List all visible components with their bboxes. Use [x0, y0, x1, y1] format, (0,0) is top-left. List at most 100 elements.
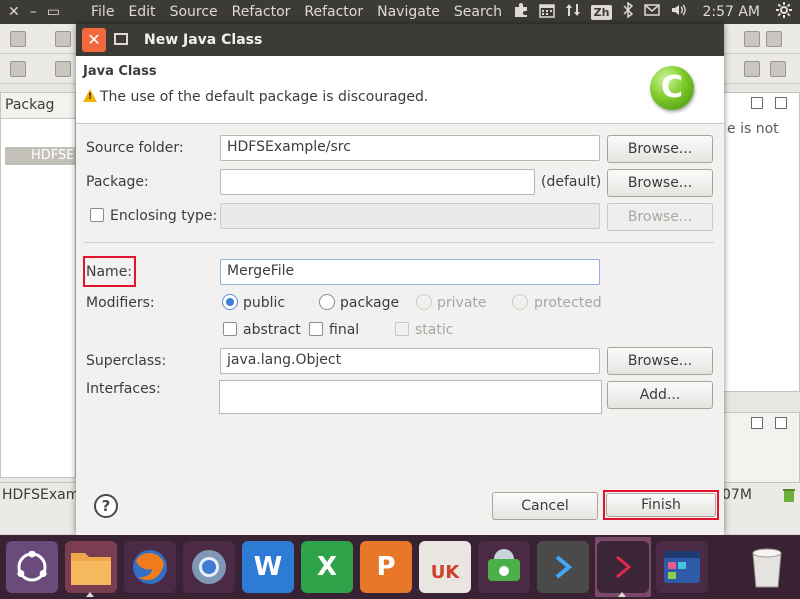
menu-edit[interactable]: Edit — [121, 0, 162, 24]
warning-icon: ! — [83, 89, 97, 102]
dialog-title: New Java Class — [144, 32, 263, 48]
package-explorer-tab[interactable]: Packag — [0, 92, 76, 118]
package-explorer-label: Packag — [5, 97, 55, 113]
source-folder-input[interactable]: HDFSExample/src — [220, 135, 600, 161]
java-class-logo-icon: C — [650, 66, 694, 110]
banner-message: The use of the default package is discou… — [100, 89, 429, 105]
menu-refactor[interactable]: Refactor — [225, 0, 298, 24]
modifier-public-radio[interactable] — [222, 294, 238, 310]
maximize-panel-button[interactable] — [775, 97, 787, 109]
add-interface-button[interactable]: Add... — [607, 381, 713, 409]
terminal-arrow-icon[interactable] — [597, 541, 649, 593]
bluetooth-icon[interactable] — [622, 1, 634, 22]
memory-indicator: 07M — [722, 487, 752, 503]
browse-enclosing-type-button: Browse... — [607, 203, 713, 231]
maximize-icon[interactable] — [114, 33, 128, 45]
menu-refactor-2[interactable]: Refactor — [297, 0, 370, 24]
volume-icon[interactable] — [670, 2, 687, 22]
abstract-label: abstract — [243, 322, 301, 338]
run-icon[interactable] — [10, 61, 26, 77]
ubuntu-dash-icon[interactable] — [6, 541, 58, 593]
network-transfer-icon[interactable] — [565, 2, 581, 22]
modifier-protected-label: protected — [534, 295, 602, 311]
ubuntu-software-icon[interactable]: UK — [419, 541, 471, 593]
firefox-icon[interactable] — [124, 541, 176, 593]
puzzle-icon[interactable] — [513, 2, 529, 22]
launcher-dock: W X P UK — [0, 535, 800, 599]
separator — [84, 242, 714, 243]
files-icon[interactable] — [65, 541, 117, 593]
libreoffice-writer-icon[interactable]: W — [242, 541, 294, 593]
calendar-icon[interactable] — [538, 2, 555, 22]
menu-file[interactable]: File — [84, 0, 121, 24]
package-input[interactable] — [220, 169, 535, 195]
finish-button[interactable]: Finish — [606, 493, 716, 517]
maximize-panel-button[interactable] — [775, 417, 787, 429]
close-icon[interactable]: ✕ — [8, 0, 20, 24]
trash-icon[interactable] — [782, 487, 796, 507]
gear-icon[interactable] — [776, 2, 792, 22]
minimize-panel-button[interactable] — [751, 97, 763, 109]
superclass-input[interactable]: java.lang.Object — [220, 348, 600, 374]
browse-source-folder-button[interactable]: Browse... — [607, 135, 713, 163]
help-icon[interactable]: ? — [94, 494, 118, 518]
banner-title: Java Class — [83, 64, 157, 79]
minimize-icon[interactable]: – — [30, 0, 37, 24]
workspace-switcher-icon[interactable] — [656, 541, 708, 593]
system-tray: Zh 2:57 AM — [513, 0, 800, 24]
update-manager-icon[interactable] — [478, 541, 530, 593]
dialog-banner: Java Class ! The use of the default pack… — [76, 56, 724, 124]
new-java-class-dialog: ✕ New Java Class Java Class ! The use of… — [76, 24, 724, 535]
interfaces-list[interactable] — [219, 380, 602, 414]
outline-message: e is not — [727, 121, 779, 137]
new-wizard-icon[interactable] — [10, 31, 26, 47]
libreoffice-impress-icon[interactable]: P — [360, 541, 412, 593]
modifier-package-radio[interactable] — [319, 294, 335, 310]
modifier-private-label: private — [437, 295, 487, 311]
perspective-icon[interactable] — [744, 61, 760, 77]
name-label: Name: — [86, 264, 133, 280]
close-icon[interactable]: ✕ — [82, 28, 106, 52]
minimize-panel-button[interactable] — [751, 417, 763, 429]
modifier-package-label: package — [340, 295, 400, 311]
running-indicator — [86, 592, 94, 597]
running-indicator — [618, 592, 626, 597]
input-method-indicator[interactable]: Zh — [590, 4, 613, 20]
menu-search[interactable]: Search — [447, 0, 509, 24]
interfaces-label: Interfaces: — [86, 381, 161, 397]
modifier-private-radio — [416, 294, 432, 310]
mail-icon[interactable] — [644, 3, 661, 21]
enclosing-type-input — [220, 203, 600, 229]
static-label: static — [415, 322, 454, 338]
tree-node-project[interactable]: HDFSE — [5, 147, 77, 165]
enclosing-type-label: Enclosing type: — [110, 208, 218, 224]
debug-icon[interactable] — [55, 61, 71, 77]
cancel-button[interactable]: Cancel — [492, 492, 598, 520]
source-folder-label: Source folder: — [86, 140, 184, 156]
abstract-checkbox[interactable] — [223, 322, 237, 336]
trash-icon[interactable] — [741, 541, 793, 593]
class-name-input[interactable]: MergeFile — [220, 259, 600, 285]
menu-navigate[interactable]: Navigate — [370, 0, 447, 24]
final-checkbox[interactable] — [309, 322, 323, 336]
code-editor-icon[interactable] — [537, 541, 589, 593]
chromium-icon[interactable] — [183, 541, 235, 593]
save-icon[interactable] — [55, 31, 71, 47]
libreoffice-calc-icon[interactable]: X — [301, 541, 353, 593]
dialog-titlebar: ✕ New Java Class — [76, 24, 724, 56]
java-icon[interactable] — [770, 61, 786, 77]
clock[interactable]: 2:57 AM — [702, 4, 760, 20]
browse-superclass-button[interactable]: Browse... — [607, 347, 713, 375]
menu-source[interactable]: Source — [163, 0, 225, 24]
maximize-icon[interactable]: ▭ — [47, 0, 60, 24]
final-label: final — [329, 322, 360, 338]
enclosing-type-checkbox[interactable] — [90, 208, 104, 222]
modifier-public-label: public — [243, 295, 286, 311]
java-perspective-icon[interactable] — [744, 31, 760, 47]
app-menus: File Edit Source Refactor Refactor Navig… — [84, 0, 509, 24]
window-controls: ✕ – ▭ — [0, 0, 84, 24]
java-browsing-icon[interactable] — [766, 31, 782, 47]
modifier-protected-radio — [512, 294, 528, 310]
browse-package-button[interactable]: Browse... — [607, 169, 713, 197]
static-checkbox — [395, 322, 409, 336]
